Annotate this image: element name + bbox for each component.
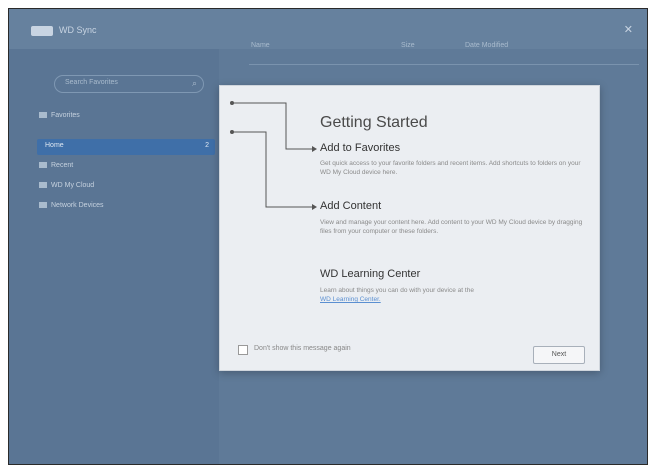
content-description: View and manage your content here. Add c…: [320, 219, 583, 235]
sidebar-item-mycloud[interactable]: WD My Cloud: [39, 179, 94, 193]
sidebar-item-favorites[interactable]: Favorites: [39, 109, 80, 123]
sidebar: Search Favorites ⌕ Favorites Home 2 Rece…: [9, 49, 219, 464]
pointer-line-favorites: [232, 102, 312, 150]
sidebar-item-network[interactable]: Network Devices: [39, 199, 104, 213]
learning-center-description: Learn about things you can do with your …: [320, 286, 585, 304]
pointer-arrow-favorites: [312, 146, 317, 152]
favorites-heading: Add to Favorites: [320, 142, 401, 154]
sidebar-item-label: WD My Cloud: [51, 182, 95, 189]
clock-icon: [39, 162, 47, 169]
sidebar-item-label: Recent: [51, 162, 74, 169]
sidebar-search-input[interactable]: Search Favorites ⌕: [54, 75, 204, 93]
learning-center-heading: WD Learning Center: [320, 268, 421, 280]
learning-center-text: Learn about things you can do with your …: [320, 287, 474, 294]
divider: [249, 64, 639, 65]
column-header-name[interactable]: Name: [251, 42, 270, 49]
cloud-icon: [39, 182, 47, 189]
search-placeholder: Search Favorites: [65, 79, 118, 86]
sidebar-item-recent[interactable]: Recent: [39, 159, 73, 173]
close-icon[interactable]: ✕: [624, 23, 633, 36]
learning-center-link[interactable]: WD Learning Center.: [320, 296, 381, 303]
sidebar-item-label: Home: [45, 142, 64, 149]
dialog-title: Getting Started: [320, 114, 428, 131]
content-heading: Add Content: [320, 200, 382, 212]
pointer-arrow-content: [312, 204, 317, 210]
dont-show-checkbox[interactable]: [238, 345, 248, 355]
app-logo-icon: [31, 26, 53, 36]
favorites-description: Get quick access to your favorite folder…: [320, 160, 581, 176]
next-button[interactable]: Next: [533, 346, 585, 364]
sidebar-item-selected[interactable]: Home 2: [37, 139, 215, 155]
app-title: WD Sync: [59, 25, 97, 35]
getting-started-dialog: Getting Started Add to Favorites Get qui…: [219, 85, 600, 371]
title-bar: WD Sync ✕: [9, 9, 647, 49]
search-icon: ⌕: [191, 78, 197, 88]
sidebar-item-label: Favorites: [51, 112, 80, 119]
column-header-date[interactable]: Date Modified: [465, 42, 508, 49]
sidebar-item-count: 2: [205, 142, 209, 149]
column-header-size[interactable]: Size: [401, 42, 415, 49]
sidebar-item-label: Network Devices: [51, 202, 104, 209]
pointer-line-content: [232, 131, 312, 208]
star-icon: [39, 112, 47, 119]
dont-show-label: Don't show this message again: [254, 345, 351, 352]
network-icon: [39, 202, 47, 209]
